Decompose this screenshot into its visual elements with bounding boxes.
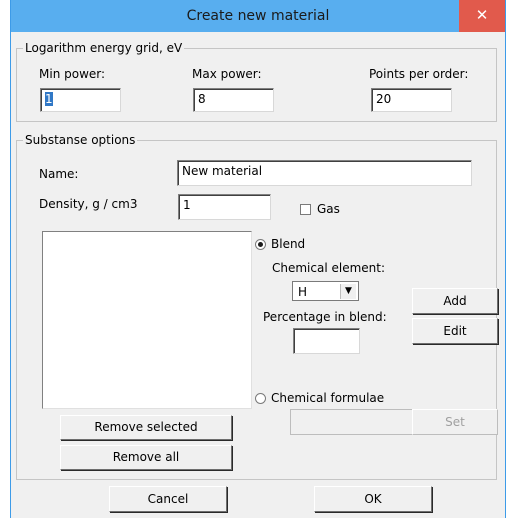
- points-per-order-input[interactable]: 20: [371, 88, 452, 112]
- name-value: New material: [182, 164, 263, 178]
- ok-button[interactable]: OK: [314, 486, 432, 512]
- min-power-input[interactable]: 1: [40, 88, 121, 112]
- set-button[interactable]: Set: [412, 409, 498, 435]
- ok-button-label: OK: [364, 492, 382, 506]
- density-value: 1: [183, 198, 191, 212]
- max-power-label: Max power:: [192, 67, 262, 81]
- close-button[interactable]: ✕: [459, 0, 505, 32]
- blend-listbox[interactable]: [42, 231, 252, 409]
- energy-grid-group: Logarithm energy grid, eV Min power: 1 M…: [16, 41, 497, 122]
- add-button[interactable]: Add: [412, 288, 498, 314]
- min-power-label: Min power:: [39, 67, 106, 81]
- percentage-label: Percentage in blend:: [263, 310, 387, 324]
- chemical-element-select[interactable]: H ▼: [292, 281, 359, 301]
- chemical-formulae-radio[interactable]: [255, 393, 266, 404]
- max-power-input[interactable]: 8: [193, 88, 274, 112]
- remove-all-label: Remove all: [112, 450, 180, 464]
- close-icon: ✕: [475, 6, 489, 24]
- name-input[interactable]: New material: [177, 160, 472, 186]
- chemical-formulae-label: Chemical formulae: [271, 391, 385, 405]
- remove-selected-label: Remove selected: [94, 420, 198, 434]
- title-bar[interactable]: Create new material ✕: [11, 0, 505, 32]
- cancel-button-label: Cancel: [147, 492, 189, 506]
- chemical-element-label: Chemical element:: [272, 261, 386, 275]
- gas-label: Gas: [317, 202, 340, 216]
- edit-button[interactable]: Edit: [412, 318, 498, 344]
- chemical-element-value: H: [298, 285, 308, 299]
- remove-all-button[interactable]: Remove all: [60, 445, 232, 470]
- remove-selected-button[interactable]: Remove selected: [60, 415, 232, 440]
- points-per-order-label: Points per order:: [369, 67, 469, 81]
- name-label: Name:: [39, 167, 79, 181]
- substance-options-legend: Substanse options: [23, 133, 138, 147]
- create-material-dialog: Create new material ✕ Logarithm energy g…: [10, 0, 506, 518]
- points-per-order-value: 20: [376, 92, 392, 106]
- cancel-button[interactable]: Cancel: [109, 486, 227, 512]
- energy-grid-legend: Logarithm energy grid, eV: [23, 41, 185, 55]
- set-button-label: Set: [445, 415, 465, 429]
- edit-button-label: Edit: [443, 324, 467, 338]
- blend-radio[interactable]: [255, 239, 266, 250]
- chevron-down-icon[interactable]: ▼: [340, 284, 356, 299]
- density-label: Density, g / cm3: [39, 197, 138, 211]
- density-input[interactable]: 1: [178, 194, 271, 220]
- blend-label: Blend: [271, 237, 306, 251]
- substance-options-group: Substanse options Name: New material Den…: [16, 133, 498, 480]
- window-title: Create new material: [186, 8, 330, 24]
- add-button-label: Add: [443, 294, 467, 308]
- chemical-formulae-input[interactable]: [290, 409, 413, 435]
- min-power-value: 1: [45, 92, 53, 106]
- gas-checkbox[interactable]: [300, 204, 311, 215]
- percentage-input[interactable]: [293, 328, 360, 354]
- max-power-value: 8: [198, 92, 206, 106]
